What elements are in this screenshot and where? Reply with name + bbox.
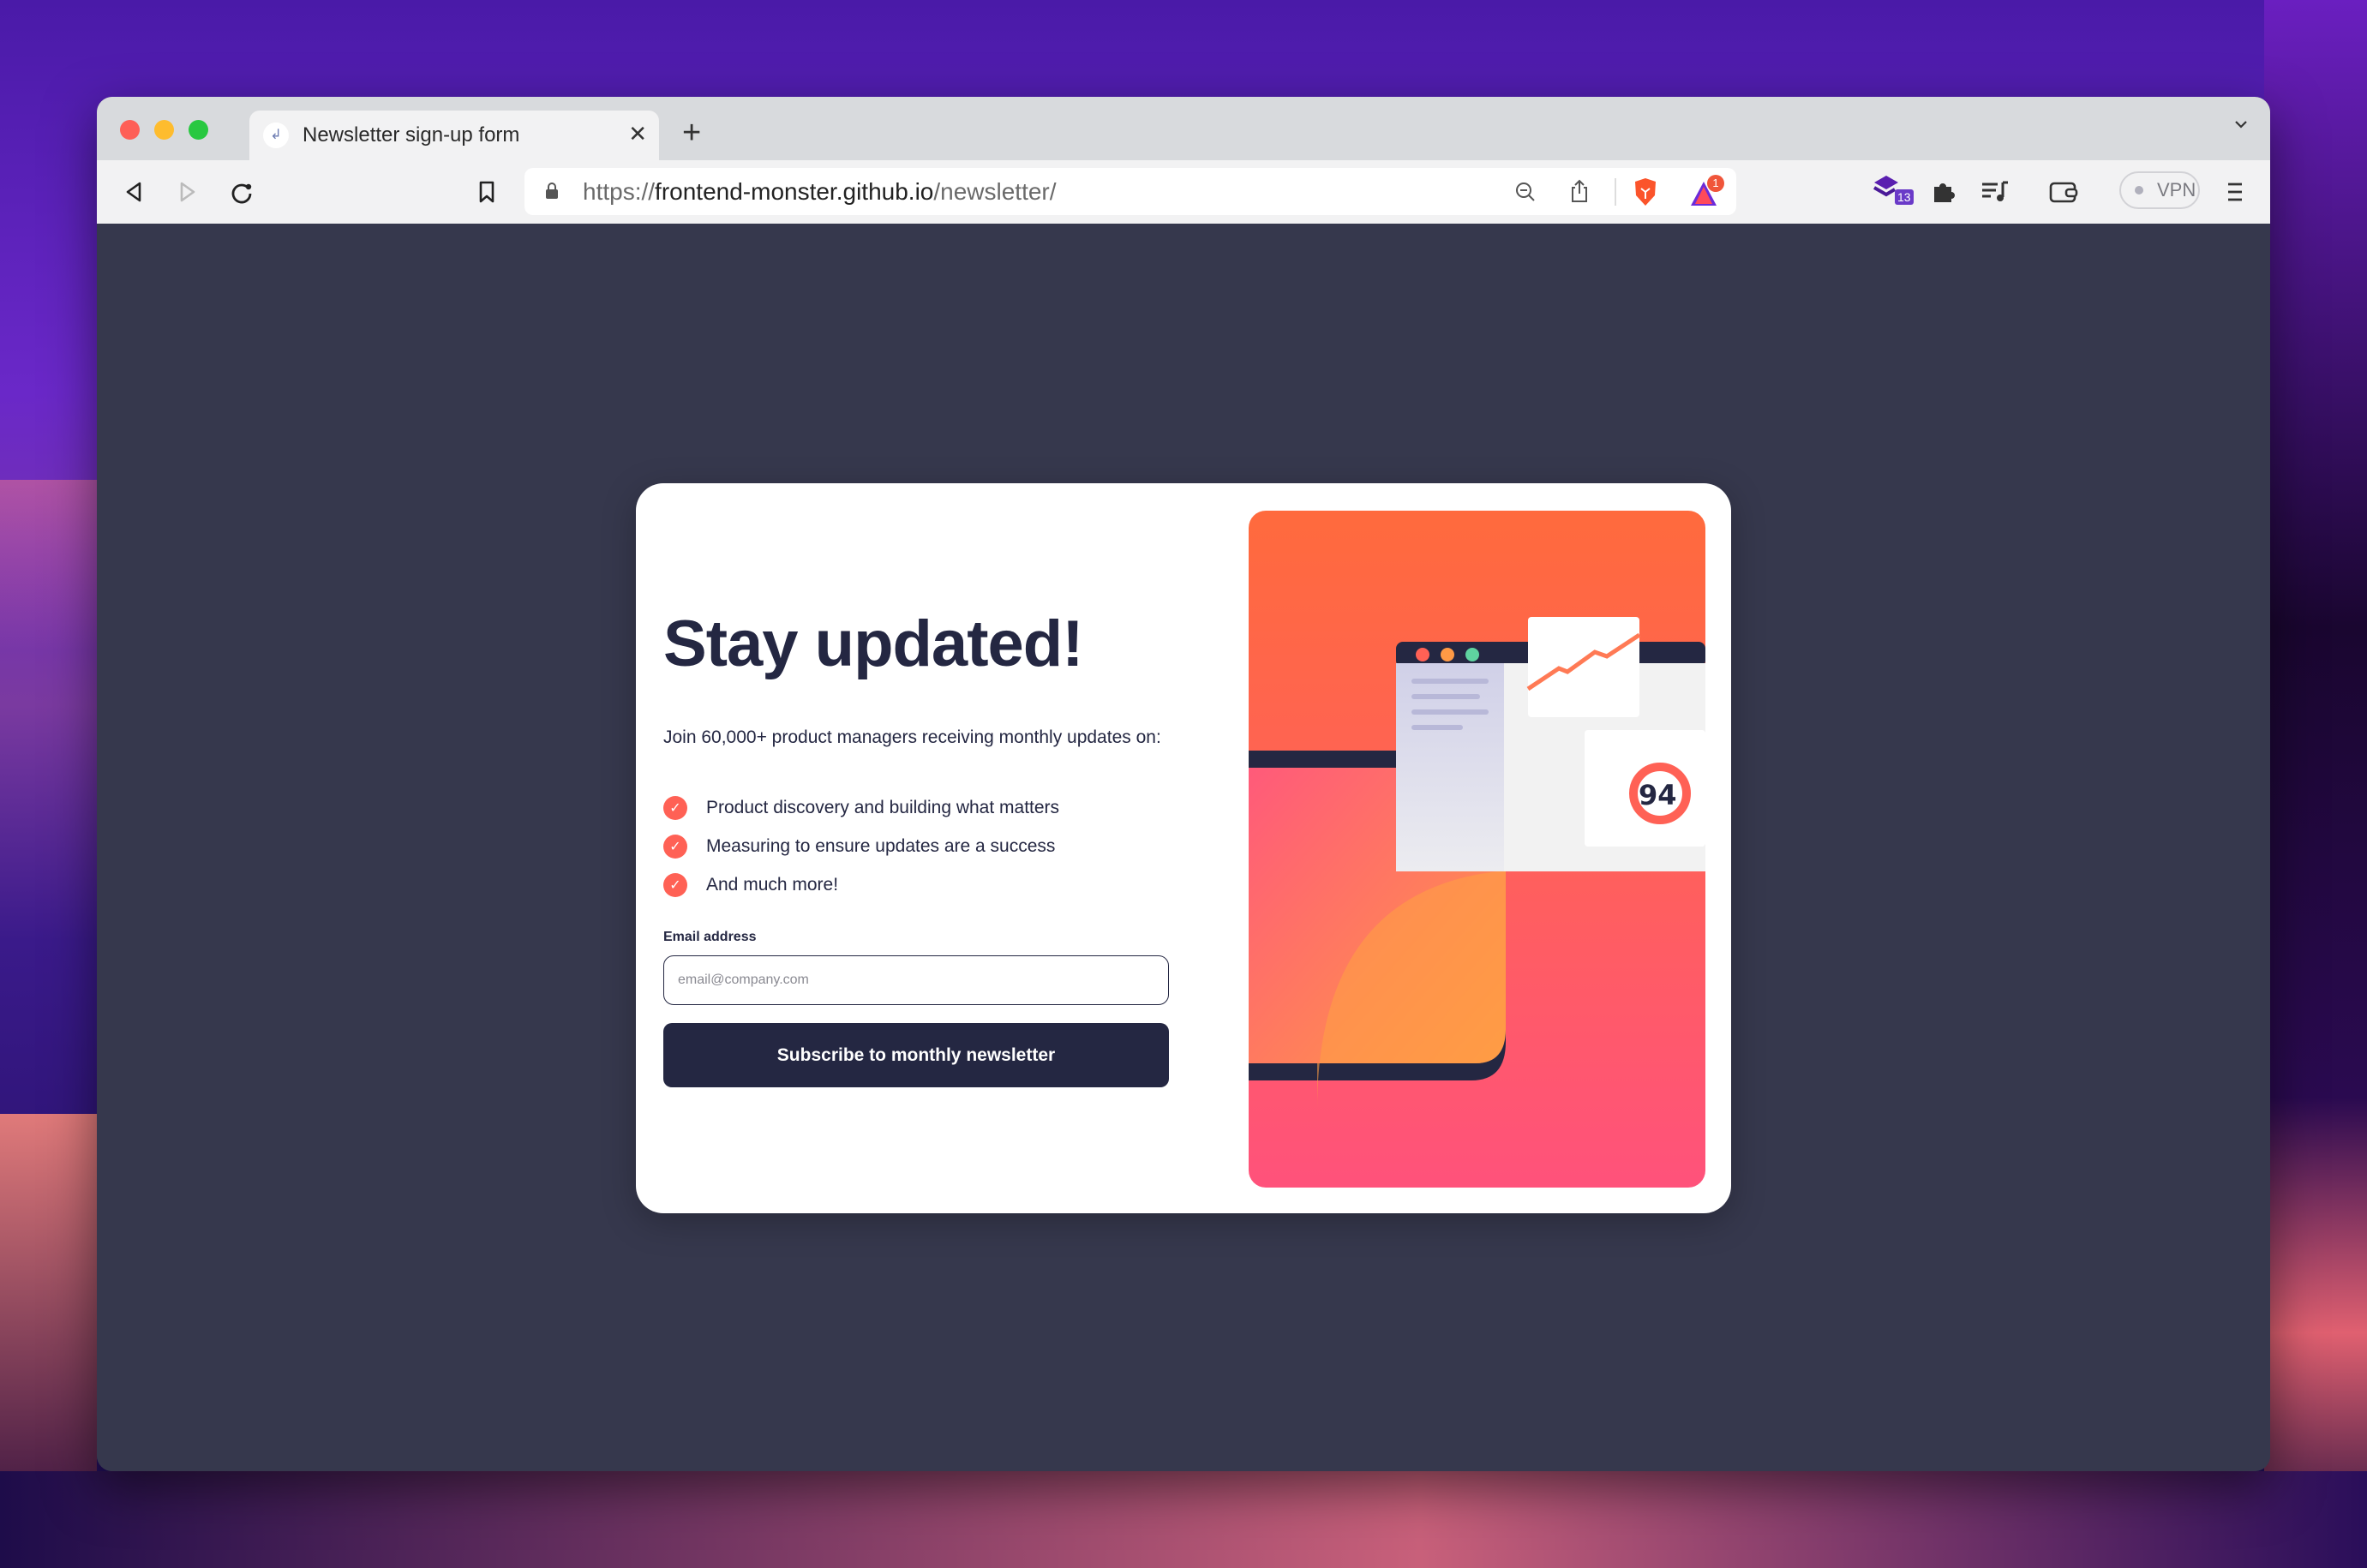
email-label: Email address: [663, 930, 757, 944]
illustration-graphic: [1249, 617, 1705, 1110]
page-title: Stay updated!: [663, 607, 1083, 680]
url-host: frontend-monster.github.io: [655, 178, 934, 205]
subscribe-button[interactable]: Subscribe to monthly newsletter: [663, 1023, 1169, 1087]
new-tab-button[interactable]: +: [682, 116, 701, 150]
tab-title: Newsletter sign-up form: [303, 123, 520, 147]
rewards-badge: 1: [1707, 175, 1724, 192]
extensions-button[interactable]: [1928, 177, 1957, 206]
mock-line: [1411, 694, 1480, 699]
score-value: 94: [1639, 779, 1677, 811]
list-item: ✓ Product discovery and building what mat…: [663, 788, 1059, 827]
toolbar: https://frontend-monster.github.io/newsl…: [97, 160, 2270, 224]
intro-text: Join 60,000+ product managers receiving …: [663, 727, 1161, 747]
mock-dot-orange: [1441, 648, 1454, 661]
wallet-icon: [2049, 182, 2078, 203]
list-item: ✓ Measuring to ensure updates are a succe…: [663, 827, 1059, 865]
bookmark-button[interactable]: [472, 177, 501, 206]
url-scheme: https://: [583, 178, 656, 205]
mock-line: [1411, 709, 1489, 715]
wallet-button[interactable]: [2049, 177, 2078, 206]
email-field[interactable]: [663, 955, 1169, 1005]
playlist-button[interactable]: [1980, 177, 2010, 206]
extension-badge: 13: [1895, 189, 1914, 205]
vpn-status-dot: [2135, 186, 2143, 195]
vpn-label: VPN: [2157, 179, 2196, 200]
forward-button[interactable]: [173, 177, 202, 206]
browser-window: ↲ Newsletter sign-up form ✕ + https://fr…: [97, 97, 2270, 1471]
main-menu-button[interactable]: [2220, 177, 2250, 206]
brave-rewards-button[interactable]: 1: [1688, 175, 1724, 209]
playlist-icon: [1982, 181, 2008, 201]
menu-icon: [2228, 183, 2242, 201]
newsletter-card: Stay updated! Join 60,000+ product manag…: [636, 483, 1731, 1213]
mock-line: [1411, 725, 1463, 730]
mock-dot-red: [1416, 648, 1429, 661]
tab-bar: ↲ Newsletter sign-up form ✕ +: [97, 97, 2270, 160]
desktop-wallpaper-bottom: [0, 1471, 2367, 1568]
minimize-window-button[interactable]: [154, 120, 174, 140]
chevron-down-icon[interactable]: [2234, 117, 2248, 131]
puzzle-icon: [1934, 183, 1955, 202]
maximize-window-button[interactable]: [189, 120, 208, 140]
close-tab-icon[interactable]: ✕: [628, 121, 647, 147]
benefits-list: ✓ Product discovery and building what mat…: [663, 788, 1059, 904]
brave-shields-icon[interactable]: [1632, 177, 1659, 207]
check-icon: ✓: [663, 872, 687, 897]
mock-line: [1411, 679, 1489, 684]
close-window-button[interactable]: [120, 120, 140, 140]
back-button[interactable]: [119, 177, 148, 206]
share-icon[interactable]: [1568, 178, 1591, 204]
check-icon: ✓: [663, 795, 687, 820]
divider: [1615, 178, 1616, 206]
forward-icon: [180, 182, 195, 202]
address-bar[interactable]: https://frontend-monster.github.io/newsl…: [524, 168, 1736, 215]
benefit-text: And much more!: [706, 874, 839, 895]
favicon-icon: ↲: [263, 123, 289, 148]
illustration: 94: [1249, 511, 1705, 1188]
zoom-out-icon[interactable]: [1513, 180, 1537, 204]
benefit-text: Product discovery and building what matt…: [706, 797, 1060, 817]
tab-newsletter[interactable]: ↲ Newsletter sign-up form ✕: [249, 111, 659, 160]
reload-icon: [231, 183, 252, 204]
back-icon: [126, 182, 141, 202]
url-text[interactable]: https://frontend-monster.github.io/newsl…: [583, 178, 1057, 206]
reload-button[interactable]: [227, 177, 256, 206]
mock-dot-green: [1465, 648, 1479, 661]
extension-button[interactable]: 13: [1873, 172, 1914, 210]
check-icon: ✓: [663, 834, 687, 859]
bookmark-icon: [479, 181, 494, 203]
benefit-text: Measuring to ensure updates are a succes…: [706, 835, 1056, 856]
lock-icon: [546, 183, 558, 199]
page-content: Stay updated! Join 60,000+ product manag…: [97, 224, 2270, 1471]
vpn-button[interactable]: VPN: [2119, 171, 2200, 209]
desktop-wallpaper-right: [2264, 0, 2367, 1568]
chart-card: [1528, 617, 1639, 717]
url-path: /newsletter/: [933, 178, 1057, 205]
list-item: ✓ And much more!: [663, 865, 1059, 904]
